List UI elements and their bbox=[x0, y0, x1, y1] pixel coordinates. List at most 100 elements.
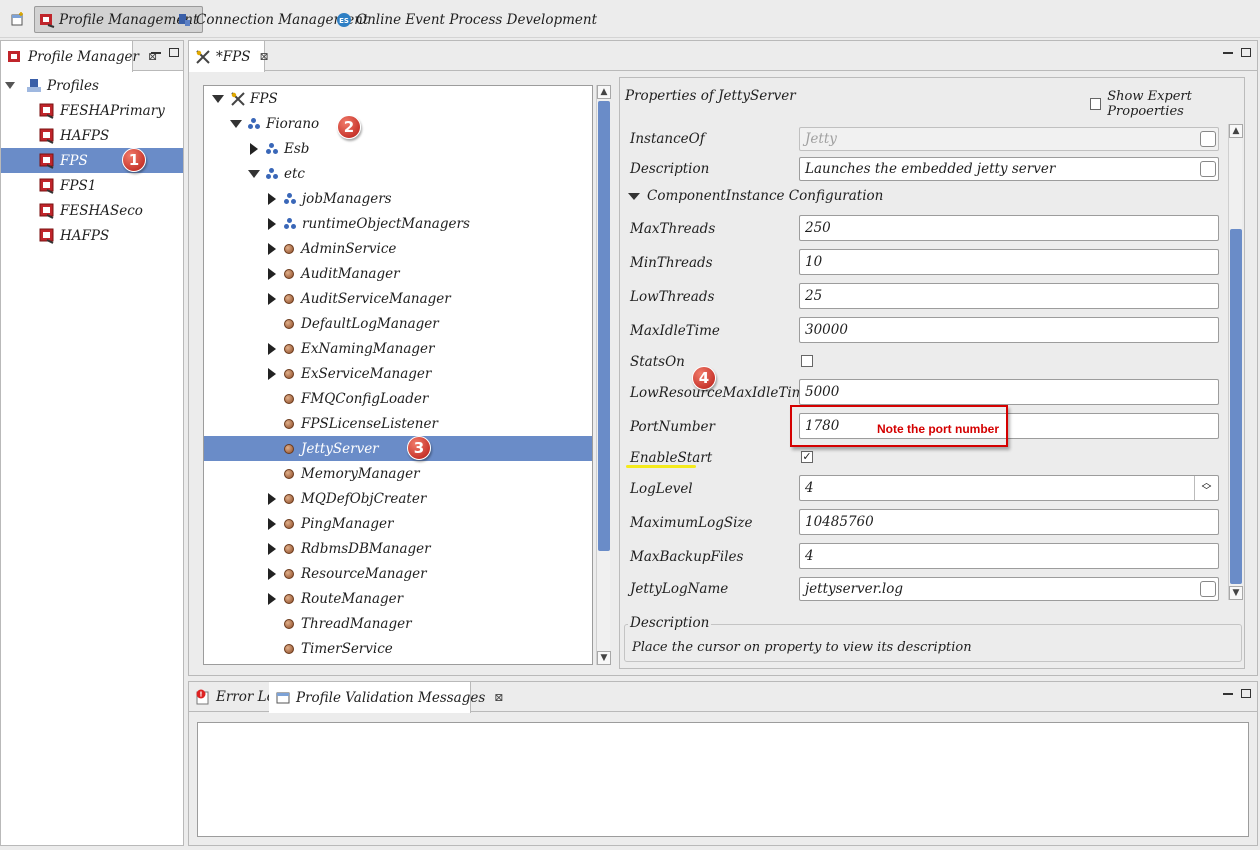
profiles-root[interactable]: Profiles bbox=[3, 73, 183, 98]
section-collapse-icon[interactable] bbox=[628, 192, 640, 200]
prop-label-description: Description bbox=[630, 161, 710, 177]
tree-node-label: RouteManager bbox=[301, 590, 404, 607]
instanceof-lock-checkbox[interactable] bbox=[1200, 131, 1216, 147]
tree-node[interactable]: Fiorano bbox=[204, 111, 592, 136]
tree-node[interactable]: FMQConfigLoader bbox=[204, 386, 592, 411]
open-perspective-icon[interactable] bbox=[10, 11, 26, 27]
scroll-thumb[interactable] bbox=[598, 101, 610, 551]
tree-node[interactable]: jobManagers bbox=[204, 186, 592, 211]
tree-node[interactable]: ExServiceManager bbox=[204, 361, 592, 386]
description-field[interactable]: Launches the embedded jetty server bbox=[799, 157, 1219, 181]
tree-node[interactable]: RdbmsDBManager bbox=[204, 536, 592, 561]
perspective-online-event-process[interactable]: ES Online Event Process Development bbox=[332, 6, 601, 33]
scroll-up-icon[interactable]: ▲ bbox=[597, 85, 611, 99]
properties-scrollbar[interactable]: ▲ ▼ bbox=[1228, 124, 1243, 600]
tree-node[interactable]: RouteManager bbox=[204, 586, 592, 611]
close-icon[interactable]: ⊠ bbox=[259, 50, 268, 63]
scroll-down-icon[interactable]: ▼ bbox=[1229, 586, 1243, 600]
expand-arrow-icon[interactable] bbox=[246, 142, 262, 155]
maxbackupfiles-input[interactable]: 4 bbox=[799, 543, 1219, 569]
expand-arrow-icon[interactable] bbox=[264, 567, 280, 580]
tree-node[interactable]: MemoryManager bbox=[204, 461, 592, 486]
tree-node[interactable]: TimerService bbox=[204, 636, 592, 661]
tab-error-log[interactable]: ! Error Log bbox=[189, 682, 283, 712]
profile-icon bbox=[39, 102, 55, 119]
expand-arrow-icon[interactable] bbox=[264, 192, 280, 205]
collapse-arrow-icon[interactable] bbox=[228, 119, 244, 128]
collapse-arrow-icon[interactable] bbox=[246, 169, 262, 178]
expand-arrow-icon[interactable] bbox=[264, 592, 280, 605]
expand-arrow-icon[interactable] bbox=[264, 517, 280, 530]
profile-item[interactable]: FPS bbox=[1, 148, 183, 173]
expand-arrow-icon[interactable] bbox=[264, 267, 280, 280]
close-icon[interactable]: ⊠ bbox=[494, 691, 503, 704]
component-bean-icon bbox=[284, 568, 294, 579]
tree-node[interactable]: AuditServiceManager bbox=[204, 286, 592, 311]
expand-arrow-icon[interactable] bbox=[264, 542, 280, 555]
statson-checkbox[interactable] bbox=[801, 355, 813, 367]
tree-node[interactable]: DefaultLogManager bbox=[204, 311, 592, 336]
tab-profile-validation-messages[interactable]: Profile Validation Messages ⊠ bbox=[269, 682, 504, 713]
lowthreads-input[interactable]: 25 bbox=[799, 283, 1219, 309]
minimize-icon[interactable] bbox=[151, 52, 161, 54]
expand-arrow-icon[interactable] bbox=[264, 292, 280, 305]
bottom-view: ! Error Log Profile Validation Messages … bbox=[188, 681, 1258, 846]
maximize-icon[interactable] bbox=[1241, 689, 1251, 698]
tree-node[interactable]: ThreadManager bbox=[204, 611, 592, 636]
lowresourcemaxidletime-input[interactable]: 5000 bbox=[799, 379, 1219, 405]
tree-node-label: runtimeObjectManagers bbox=[302, 215, 470, 232]
maxthreads-input[interactable]: 250 bbox=[799, 215, 1219, 241]
expand-arrow-icon[interactable] bbox=[264, 367, 280, 380]
jettylogname-field[interactable]: jettyserver.log bbox=[799, 577, 1219, 601]
tab-fps-editor[interactable]: *FPS ⊠ bbox=[189, 41, 269, 72]
component-tree[interactable]: FPS Fiorano Esb etc jobManagers runtimeObject… bbox=[203, 85, 593, 665]
profile-item[interactable]: HAFPS bbox=[1, 223, 183, 248]
tree-node[interactable]: PingManager bbox=[204, 511, 592, 536]
tree-node[interactable]: runtimeObjectManagers bbox=[204, 211, 592, 236]
description-checkbox[interactable] bbox=[1200, 161, 1216, 177]
component-instance-section[interactable]: ComponentInstance Configuration bbox=[628, 188, 883, 204]
maxlogsize-input[interactable]: 10485760 bbox=[799, 509, 1219, 535]
expand-arrow-icon[interactable] bbox=[264, 342, 280, 355]
tree-node[interactable]: FPSLicenseListener bbox=[204, 411, 592, 436]
tree-node[interactable]: AdminService bbox=[204, 236, 592, 261]
tree-node[interactable]: AuditManager bbox=[204, 261, 592, 286]
scroll-thumb[interactable] bbox=[1230, 229, 1242, 584]
tree-node[interactable]: JettyServer bbox=[204, 436, 592, 461]
prop-label-maxthreads: MaxThreads bbox=[630, 221, 716, 237]
loglevel-select[interactable]: 4 ︿ ﹀ bbox=[799, 475, 1219, 501]
tree-node[interactable]: Esb bbox=[204, 136, 592, 161]
profile-item[interactable]: FESHAPrimary bbox=[1, 98, 183, 123]
minimize-icon[interactable] bbox=[1223, 52, 1233, 54]
collapse-arrow-icon[interactable] bbox=[5, 82, 15, 89]
tree-node[interactable]: ExNamingManager bbox=[204, 336, 592, 361]
collapse-arrow-icon[interactable] bbox=[210, 94, 226, 103]
profile-item[interactable]: FESHASeco bbox=[1, 198, 183, 223]
description-group-text: Place the cursor on property to view its… bbox=[632, 640, 972, 655]
validation-messages-area[interactable] bbox=[197, 722, 1249, 837]
maximize-icon[interactable] bbox=[169, 48, 179, 57]
tree-scrollbar[interactable]: ▲ ▼ bbox=[596, 85, 611, 665]
profile-item[interactable]: FPS1 bbox=[1, 173, 183, 198]
scroll-up-icon[interactable]: ▲ bbox=[1229, 124, 1243, 138]
tree-node[interactable]: ResourceManager bbox=[204, 561, 592, 586]
profile-item[interactable]: HAFPS bbox=[1, 123, 183, 148]
tree-node[interactable]: etc bbox=[204, 161, 592, 186]
maxidletime-input[interactable]: 30000 bbox=[799, 317, 1219, 343]
enablestart-checkbox[interactable]: ✓ bbox=[801, 451, 813, 463]
expand-arrow-icon[interactable] bbox=[264, 217, 280, 230]
tree-node[interactable]: FPS bbox=[204, 86, 592, 111]
show-expert-checkbox[interactable] bbox=[1090, 98, 1102, 110]
jettylogname-checkbox[interactable] bbox=[1200, 581, 1216, 597]
minimize-icon[interactable] bbox=[1223, 693, 1233, 695]
tab-profile-manager[interactable]: Profile Manager ⊠ bbox=[1, 41, 157, 72]
show-expert-properties[interactable]: Show Expert Propoerties bbox=[1090, 89, 1260, 119]
maximize-icon[interactable] bbox=[1241, 48, 1251, 57]
tree-node[interactable]: MQDefObjCreater bbox=[204, 486, 592, 511]
updown-chevron-icon[interactable]: ︿ ﹀ bbox=[1194, 476, 1218, 500]
scroll-down-icon[interactable]: ▼ bbox=[597, 651, 611, 665]
tree-node-label: RdbmsDBManager bbox=[301, 540, 431, 557]
minthreads-input[interactable]: 10 bbox=[799, 249, 1219, 275]
expand-arrow-icon[interactable] bbox=[264, 492, 280, 505]
expand-arrow-icon[interactable] bbox=[264, 242, 280, 255]
